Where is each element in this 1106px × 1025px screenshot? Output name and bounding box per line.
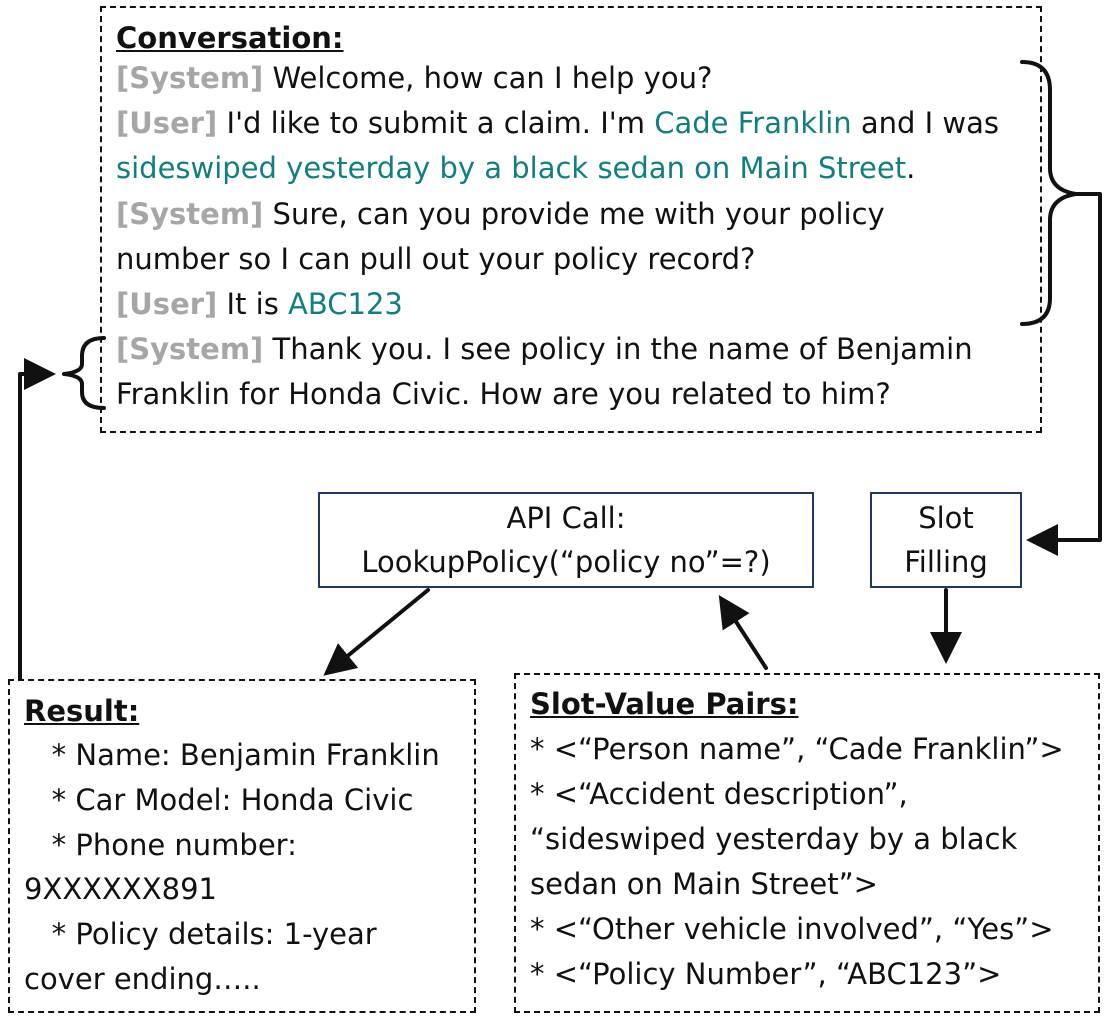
right-brace — [1020, 60, 1078, 326]
brace-to-slot-filling-arrow — [1026, 192, 1102, 556]
left-brace — [62, 336, 106, 410]
pairs-to-api-call-arrow — [718, 594, 768, 670]
api-call-to-result-arrow — [323, 588, 430, 676]
connectors — [18, 60, 1102, 681]
result-to-conversation-arrow — [18, 358, 56, 681]
